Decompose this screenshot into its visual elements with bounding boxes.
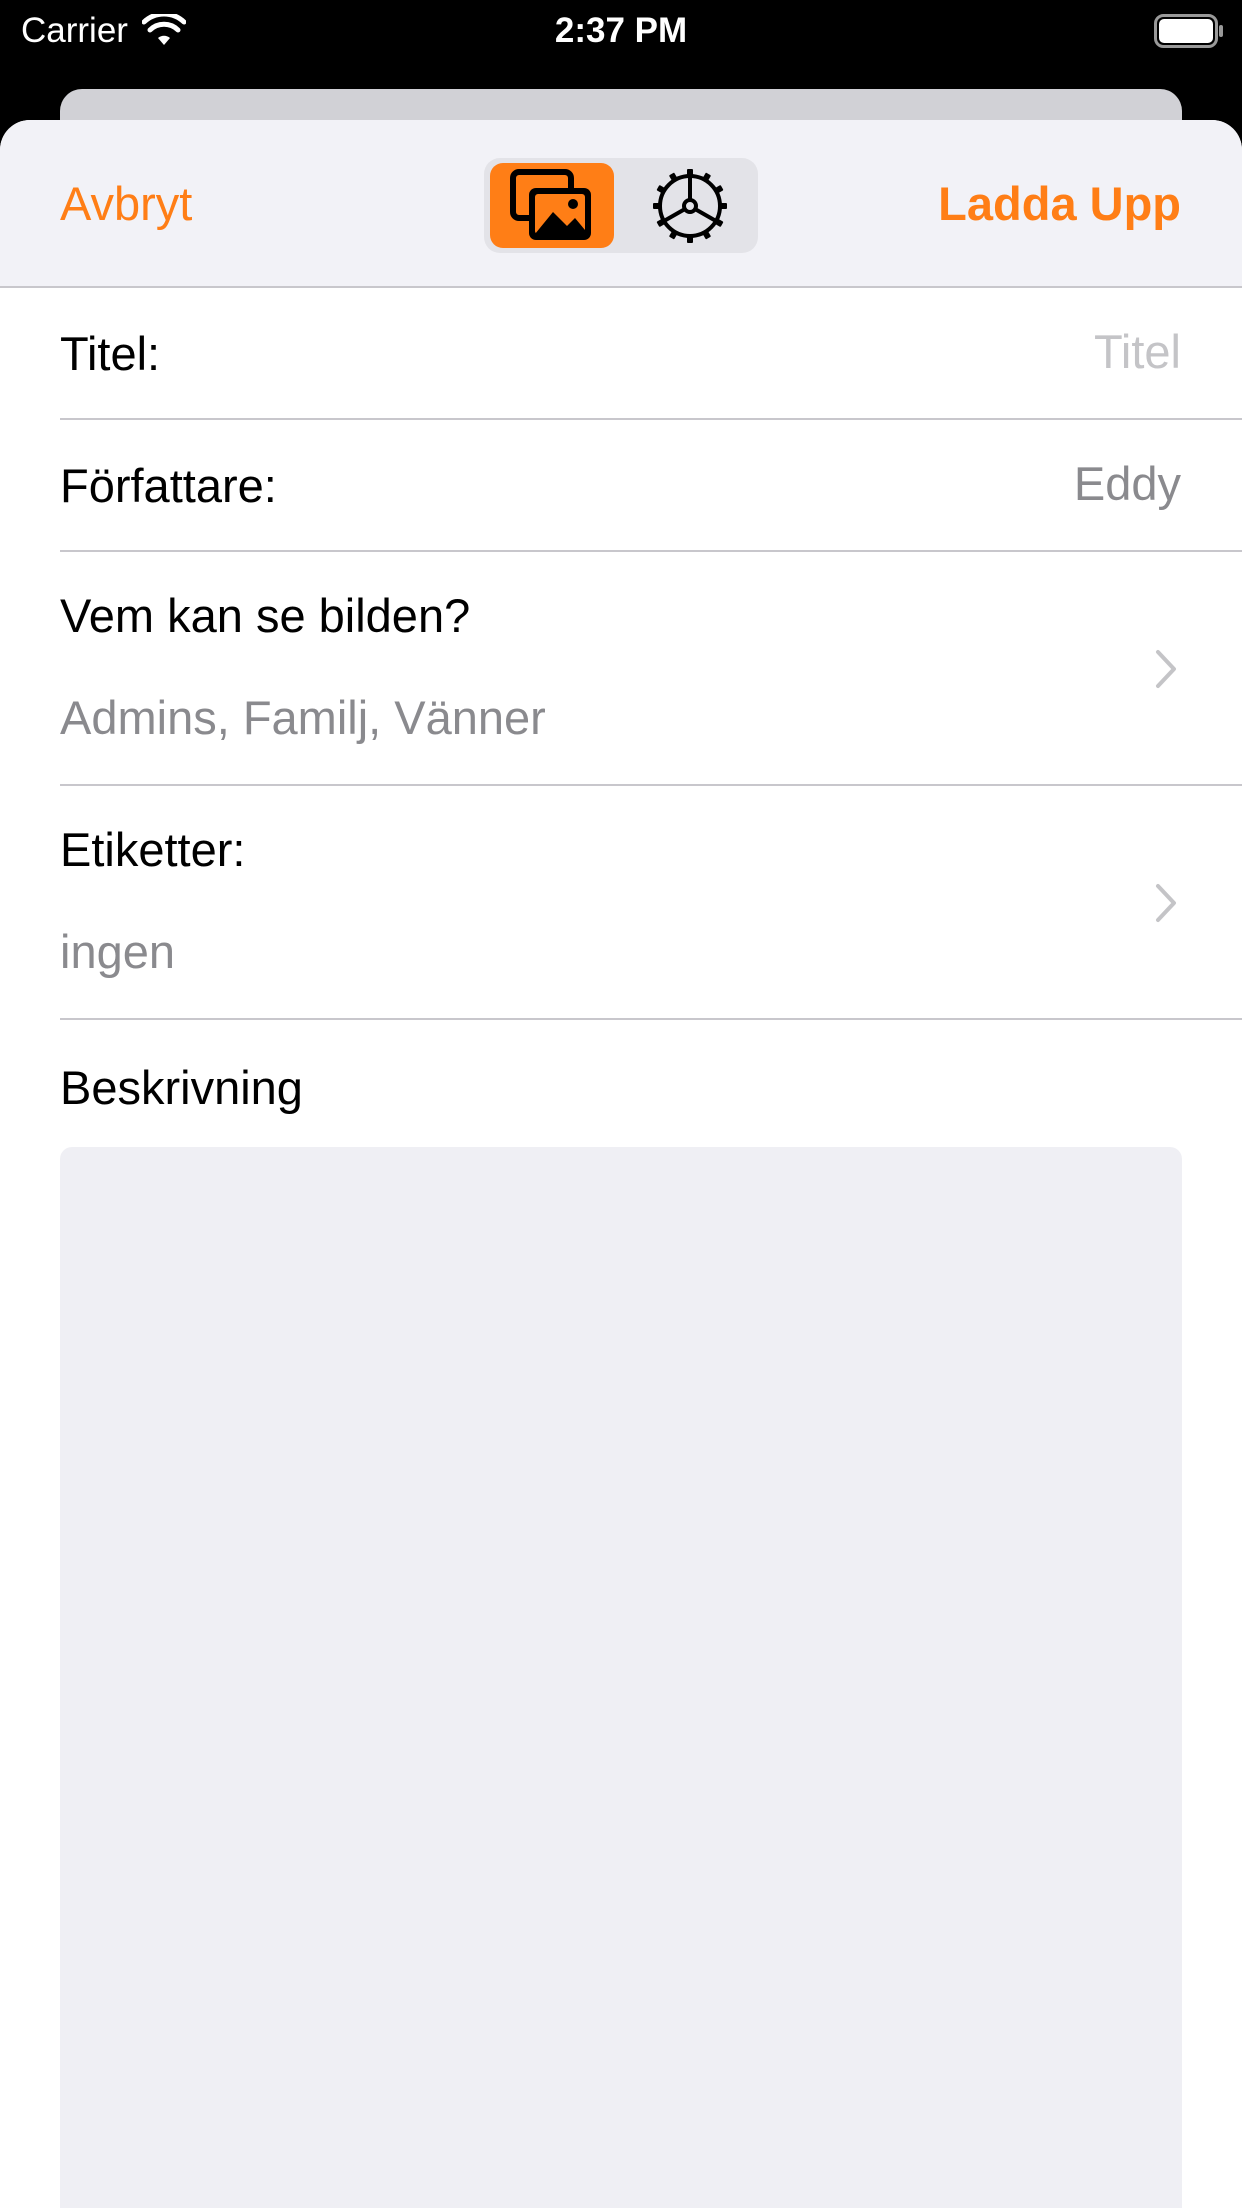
description-label: Beskrivning bbox=[60, 1061, 303, 1114]
visibility-value: Admins, Familj, Vänner bbox=[60, 691, 546, 744]
tags-row[interactable]: Etiketter: ingen bbox=[60, 786, 1242, 1020]
upload-sheet: Avbryt Ladda Upp Titel: Titel Författare… bbox=[0, 120, 1242, 2208]
description-textarea[interactable] bbox=[60, 1147, 1182, 2208]
settings-gear-icon bbox=[653, 168, 727, 243]
clock: 2:37 PM bbox=[554, 11, 688, 50]
title-label: Titel: bbox=[60, 327, 161, 380]
visibility-label: Vem kan se bilden? bbox=[60, 589, 471, 642]
author-input[interactable]: Eddy bbox=[1074, 456, 1181, 512]
author-row[interactable]: Författare: Eddy bbox=[60, 420, 1242, 552]
segment-settings[interactable] bbox=[628, 163, 752, 248]
visibility-row[interactable]: Vem kan se bilden? Admins, Familj, Vänne… bbox=[60, 552, 1242, 786]
chevron-right-icon bbox=[1156, 884, 1176, 922]
chevron-right-icon bbox=[1156, 650, 1176, 688]
title-row[interactable]: Titel: Titel bbox=[60, 288, 1242, 420]
segment-photos[interactable] bbox=[490, 163, 614, 248]
battery-icon bbox=[1154, 14, 1223, 48]
photos-icon bbox=[510, 168, 591, 240]
tags-value: ingen bbox=[60, 925, 175, 978]
author-label: Författare: bbox=[60, 459, 277, 512]
upload-button[interactable]: Ladda Upp bbox=[938, 176, 1181, 232]
navigation-bar: Avbryt Ladda Upp bbox=[0, 120, 1242, 288]
cancel-button[interactable]: Avbryt bbox=[60, 176, 192, 232]
view-segmented-control bbox=[484, 158, 758, 253]
status-bar: Carrier 2:37 PM bbox=[0, 0, 1242, 66]
upload-screen: Carrier 2:37 PM Avbryt Ladda Upp Titel: … bbox=[0, 0, 1242, 2208]
tags-label: Etiketter: bbox=[60, 823, 246, 876]
title-input[interactable]: Titel bbox=[1094, 324, 1181, 380]
